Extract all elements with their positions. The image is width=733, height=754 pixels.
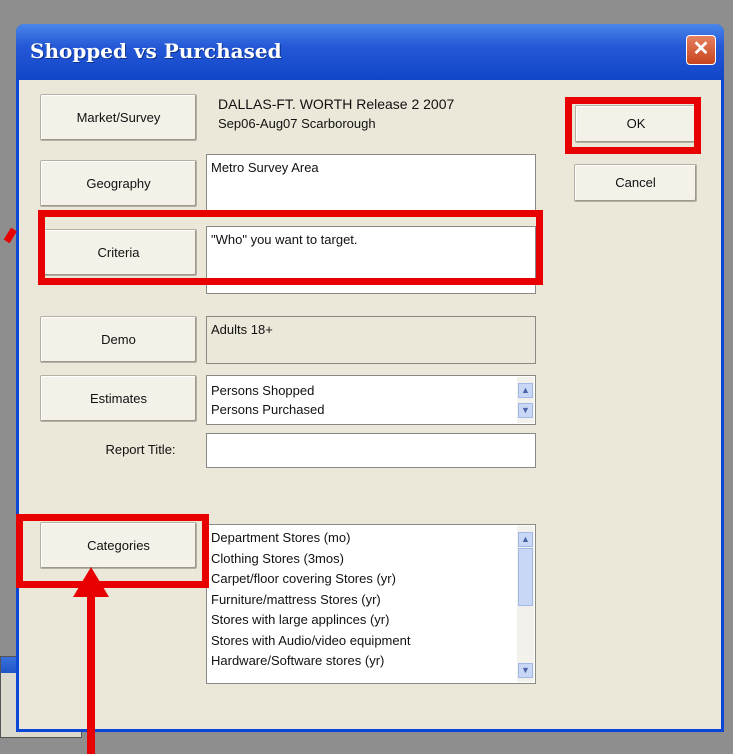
demo-field: Adults 18+: [206, 316, 536, 364]
categories-highlight-box: [16, 514, 209, 588]
chevron-down-icon[interactable]: ▼: [518, 403, 533, 418]
categories-list[interactable]: Department Stores (mo) Clothing Stores (…: [206, 524, 536, 684]
list-item[interactable]: Stores with Audio/video equipment: [211, 631, 513, 652]
dialog-title: Shopped vs Purchased: [30, 39, 282, 63]
market-line-1: DALLAS-FT. WORTH Release 2 2007: [218, 96, 455, 112]
market-survey-button[interactable]: Market/Survey: [40, 94, 197, 141]
list-item[interactable]: Hardware/Software stores (yr): [211, 651, 513, 672]
criteria-highlight-box: [38, 210, 543, 285]
report-title-input[interactable]: [206, 433, 536, 468]
categories-scrollbar[interactable]: ▲ ▼: [517, 526, 534, 682]
annotation-arrow-left-icon: [3, 227, 17, 244]
chevron-down-icon[interactable]: ▼: [518, 663, 533, 678]
estimates-item[interactable]: Persons Purchased: [211, 400, 513, 419]
annotation-arrow-shaft: [87, 592, 95, 754]
list-item[interactable]: Furniture/mattress Stores (yr): [211, 590, 513, 611]
list-item[interactable]: Department Stores (mo): [211, 528, 513, 549]
chevron-up-icon[interactable]: ▲: [518, 383, 533, 398]
market-survey-info: DALLAS-FT. WORTH Release 2 2007 Sep06-Au…: [218, 94, 454, 134]
geography-button[interactable]: Geography: [40, 160, 197, 207]
estimates-scrollbar[interactable]: ▲ ▼: [517, 377, 534, 423]
dialog-titlebar: Shopped vs Purchased ✕: [16, 24, 724, 80]
scroll-thumb[interactable]: [518, 548, 533, 606]
chevron-up-icon[interactable]: ▲: [518, 532, 533, 547]
geography-value: Metro Survey Area: [211, 160, 319, 175]
list-item[interactable]: Stores with large applinces (yr): [211, 610, 513, 631]
demo-value: Adults 18+: [211, 322, 273, 337]
close-icon[interactable]: ✕: [686, 35, 716, 65]
ok-highlight-box: [565, 97, 701, 154]
list-item[interactable]: Carpet/floor covering Stores (yr): [211, 569, 513, 590]
estimates-item[interactable]: Persons Shopped: [211, 381, 513, 400]
demo-button[interactable]: Demo: [40, 316, 197, 363]
geography-field[interactable]: Metro Survey Area: [206, 154, 536, 216]
list-item[interactable]: Clothing Stores (3mos): [211, 549, 513, 570]
cancel-button[interactable]: Cancel: [574, 164, 697, 202]
estimates-list[interactable]: Persons Shopped Persons Purchased ▲ ▼: [206, 375, 536, 425]
market-line-2: Sep06-Aug07 Scarborough: [218, 116, 376, 131]
estimates-button[interactable]: Estimates: [40, 375, 197, 422]
report-title-label: Report Title:: [105, 442, 176, 457]
